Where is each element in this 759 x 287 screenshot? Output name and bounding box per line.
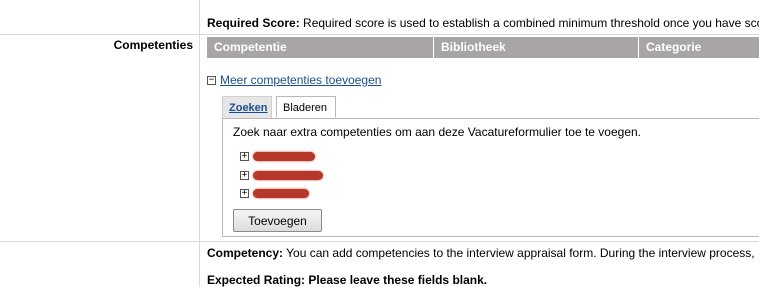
browse-panel: Zoek naar extra competenties om aan deze… bbox=[222, 118, 759, 237]
redacted-label bbox=[253, 152, 315, 161]
redacted-label bbox=[253, 171, 323, 180]
redacted-label bbox=[253, 189, 309, 198]
more-competencies-link[interactable]: Meer competenties toevoegen bbox=[220, 73, 381, 87]
required-score-row: Required Score: Required score is used t… bbox=[0, 0, 759, 34]
add-button[interactable]: Toevoegen bbox=[233, 209, 322, 232]
competencies-label: Competenties bbox=[113, 38, 193, 52]
expand-icon[interactable]: + bbox=[240, 189, 249, 198]
collapse-icon[interactable]: − bbox=[207, 75, 216, 85]
row-divider bbox=[0, 34, 759, 35]
competency-note-label: Competency: bbox=[207, 246, 284, 260]
expected-rating-note: Expected Rating: Please leave these fiel… bbox=[207, 273, 488, 287]
more-competencies-toggle[interactable]: − Meer competenties toevoegen bbox=[207, 73, 381, 87]
tree-item[interactable]: + bbox=[240, 171, 323, 180]
row-divider bbox=[0, 241, 759, 242]
tab-zoeken[interactable]: Zoeken bbox=[222, 96, 272, 118]
column-divider bbox=[199, 0, 200, 287]
expand-icon[interactable]: + bbox=[240, 152, 249, 161]
required-score-label: Required Score: bbox=[207, 16, 300, 30]
column-header-competentie[interactable]: Competentie bbox=[207, 37, 433, 58]
expand-icon[interactable]: + bbox=[240, 171, 249, 180]
competency-note: Competency: You can add competencies to … bbox=[207, 246, 755, 260]
tab-bladeren[interactable]: Bladeren bbox=[276, 96, 336, 118]
tab-bladeren-label: Bladeren bbox=[283, 102, 328, 114]
tab-zoeken-label[interactable]: Zoeken bbox=[229, 102, 268, 114]
competency-note-text: You can add competencies to the intervie… bbox=[286, 246, 755, 260]
competencies-table-header: Competentie Bibliotheek Categorie bbox=[207, 37, 759, 58]
column-header-bibliotheek[interactable]: Bibliotheek bbox=[433, 37, 638, 58]
competency-tabs: Zoeken Bladeren Zoek naar extra competen… bbox=[222, 96, 759, 238]
browse-instructions: Zoek naar extra competenties om aan deze… bbox=[233, 125, 642, 139]
tree-item[interactable]: + bbox=[240, 152, 315, 161]
tree-item[interactable]: + bbox=[240, 189, 309, 198]
required-score-description: Required score is used to establish a co… bbox=[303, 16, 759, 30]
required-score-text: Required Score: Required score is used t… bbox=[207, 16, 759, 30]
column-header-categorie[interactable]: Categorie bbox=[638, 37, 759, 58]
